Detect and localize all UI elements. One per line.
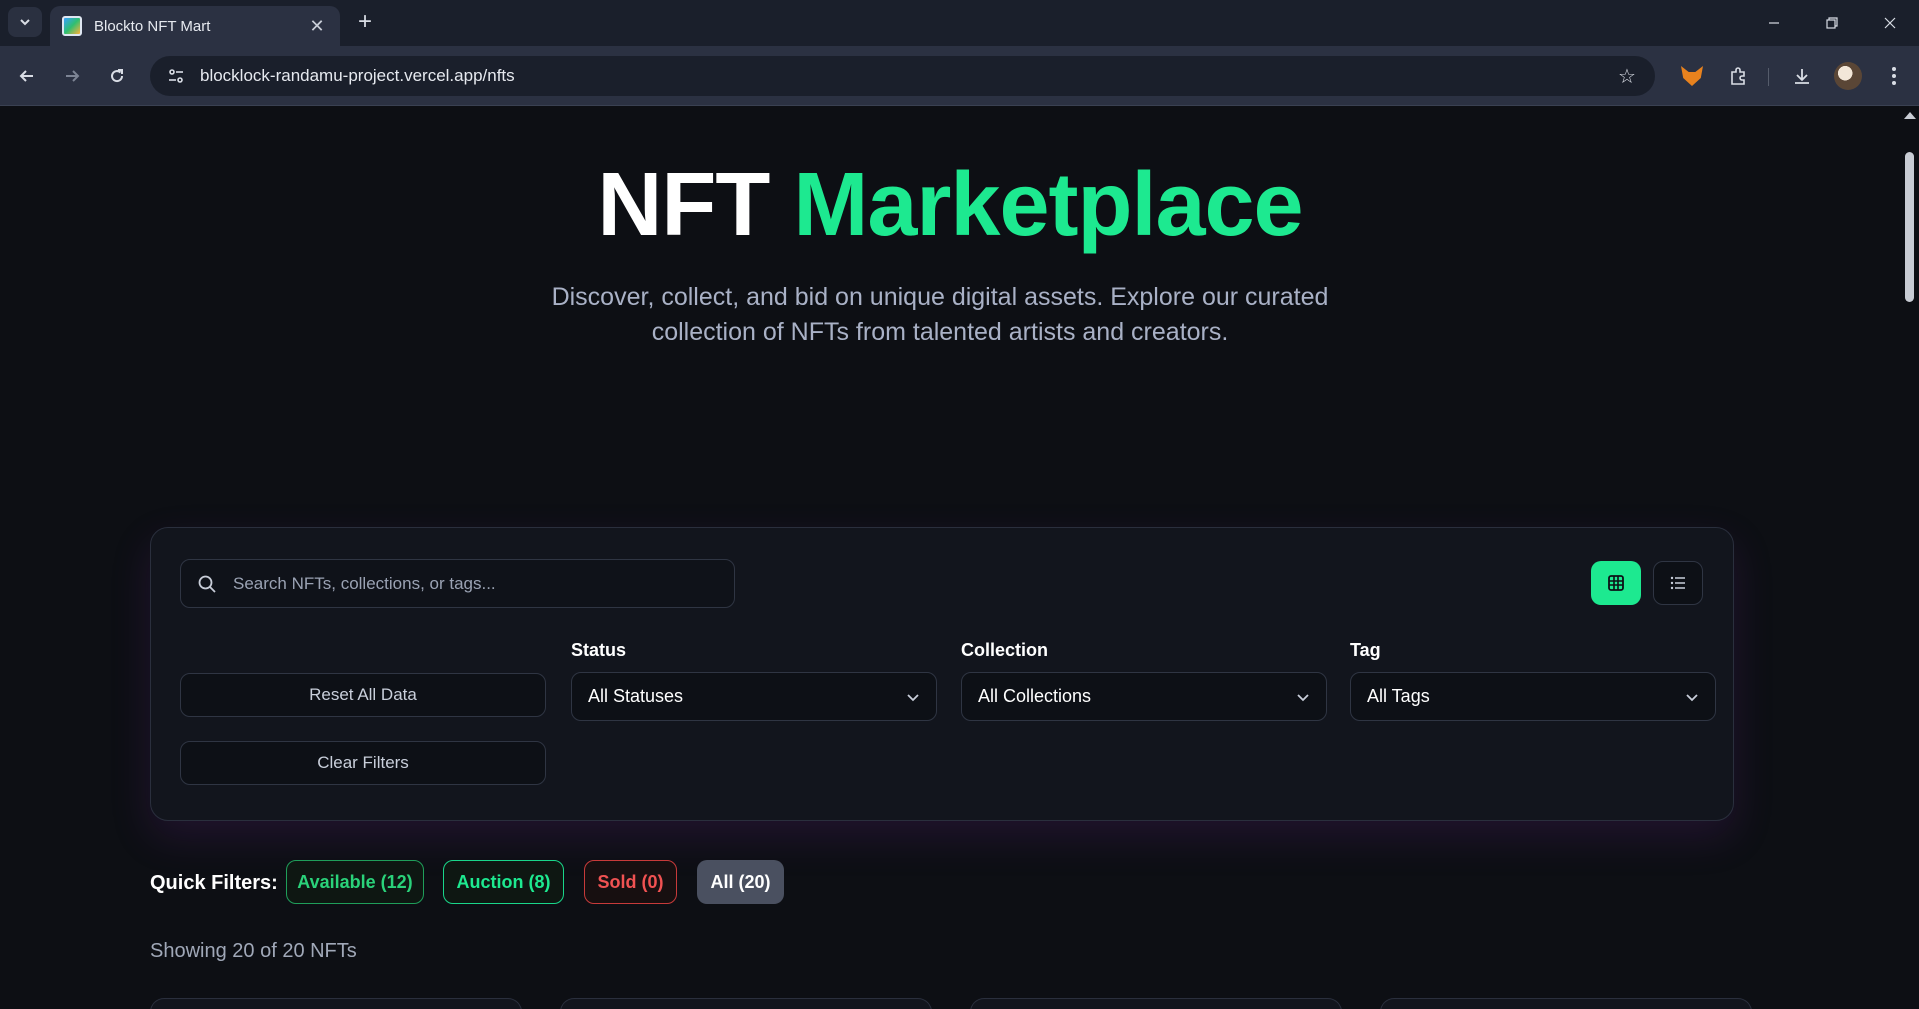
quick-filter-all[interactable]: All (20)	[697, 860, 784, 904]
window-controls	[1745, 0, 1919, 46]
search-box[interactable]	[180, 559, 735, 608]
status-filter-label: Status	[571, 640, 627, 660]
minimize-icon	[1769, 22, 1779, 24]
collection-select-value: All Collections	[978, 686, 1092, 706]
minimize-button[interactable]	[1745, 0, 1803, 46]
download-icon[interactable]	[1788, 62, 1816, 90]
browser-tab-active[interactable]: Blockto NFT Mart ✕	[50, 6, 340, 46]
chevron-down-icon	[907, 693, 919, 701]
grid-icon	[1608, 575, 1624, 591]
title-main: NFT	[597, 155, 770, 255]
page-subtitle: Discover, collect, and bid on unique dig…	[551, 283, 1329, 346]
nft-card[interactable]	[150, 998, 522, 1009]
page-scrollbar[interactable]	[1900, 106, 1919, 1009]
forward-button[interactable]	[55, 59, 89, 93]
scroll-up-arrow-icon[interactable]	[1904, 112, 1916, 119]
quick-filters-label: Quick Filters:	[150, 872, 278, 894]
extensions-puzzle-icon[interactable]	[1724, 62, 1752, 90]
collection-filter-label: Collection	[961, 640, 1049, 660]
favicon-icon	[62, 16, 82, 36]
page-content: NFT Marketplace Discover, collect, and b…	[0, 106, 1900, 1009]
tag-select[interactable]: All Tags	[1350, 672, 1716, 721]
site-info-icon[interactable]	[164, 64, 188, 88]
toolbar-divider	[1768, 68, 1769, 86]
arrow-right-icon	[66, 70, 80, 82]
close-tab-icon[interactable]: ✕	[306, 16, 328, 37]
close-icon	[1884, 17, 1896, 29]
list-icon	[1670, 576, 1685, 590]
url-text: blocklock-randamu-project.vercel.app/nft…	[200, 66, 515, 85]
title-accent: Marketplace	[793, 155, 1303, 255]
reload-icon	[111, 69, 124, 83]
address-bar[interactable]: blocklock-randamu-project.vercel.app/nft…	[150, 56, 1655, 96]
chevron-down-icon	[20, 19, 30, 26]
new-tab-button[interactable]: +	[350, 8, 380, 38]
clear-filters-button[interactable]: Clear Filters	[180, 741, 546, 785]
list-view-button[interactable]	[1653, 561, 1703, 605]
browser-toolbar: blocklock-randamu-project.vercel.app/nft…	[0, 46, 1919, 106]
quick-filter-sold[interactable]: Sold (0)	[584, 860, 677, 904]
search-input[interactable]	[233, 573, 718, 594]
nft-card[interactable]	[1380, 998, 1752, 1009]
chevron-down-icon	[1686, 693, 1698, 701]
chevron-down-icon	[1297, 693, 1309, 701]
bookmark-star-icon[interactable]: ☆	[1613, 64, 1641, 89]
browser-tab-bar: Blockto NFT Mart ✕ +	[0, 0, 1919, 46]
collection-select[interactable]: All Collections	[961, 672, 1327, 721]
grid-view-button[interactable]	[1591, 561, 1641, 605]
restore-icon	[1826, 17, 1838, 29]
reset-all-data-button[interactable]: Reset All Data	[180, 673, 546, 717]
back-button[interactable]	[10, 59, 44, 93]
nft-card[interactable]	[970, 998, 1342, 1009]
tag-select-value: All Tags	[1367, 686, 1430, 706]
tab-search-button[interactable]	[8, 7, 42, 37]
search-icon	[198, 575, 216, 593]
arrow-left-icon	[19, 70, 33, 82]
status-select[interactable]: All Statuses	[571, 672, 937, 721]
metamask-extension-icon[interactable]	[1678, 62, 1706, 90]
nft-card[interactable]	[560, 998, 932, 1009]
reload-button[interactable]	[100, 59, 134, 93]
results-count: Showing 20 of 20 NFTs	[150, 940, 357, 962]
filter-panel: Reset All Data Clear Filters Status All …	[150, 527, 1734, 821]
tab-title: Blockto NFT Mart	[94, 17, 211, 35]
browser-menu-icon[interactable]	[1880, 62, 1908, 90]
quick-filter-available[interactable]: Available (12)	[286, 860, 424, 904]
quick-filter-auction[interactable]: Auction (8)	[443, 860, 564, 904]
tag-filter-label: Tag	[1350, 640, 1381, 660]
scrollbar-thumb[interactable]	[1905, 152, 1914, 302]
profile-avatar[interactable]	[1834, 62, 1862, 90]
status-select-value: All Statuses	[588, 686, 684, 706]
page-title: NFT Marketplace	[0, 154, 1900, 257]
close-window-button[interactable]	[1861, 0, 1919, 46]
restore-button[interactable]	[1803, 0, 1861, 46]
